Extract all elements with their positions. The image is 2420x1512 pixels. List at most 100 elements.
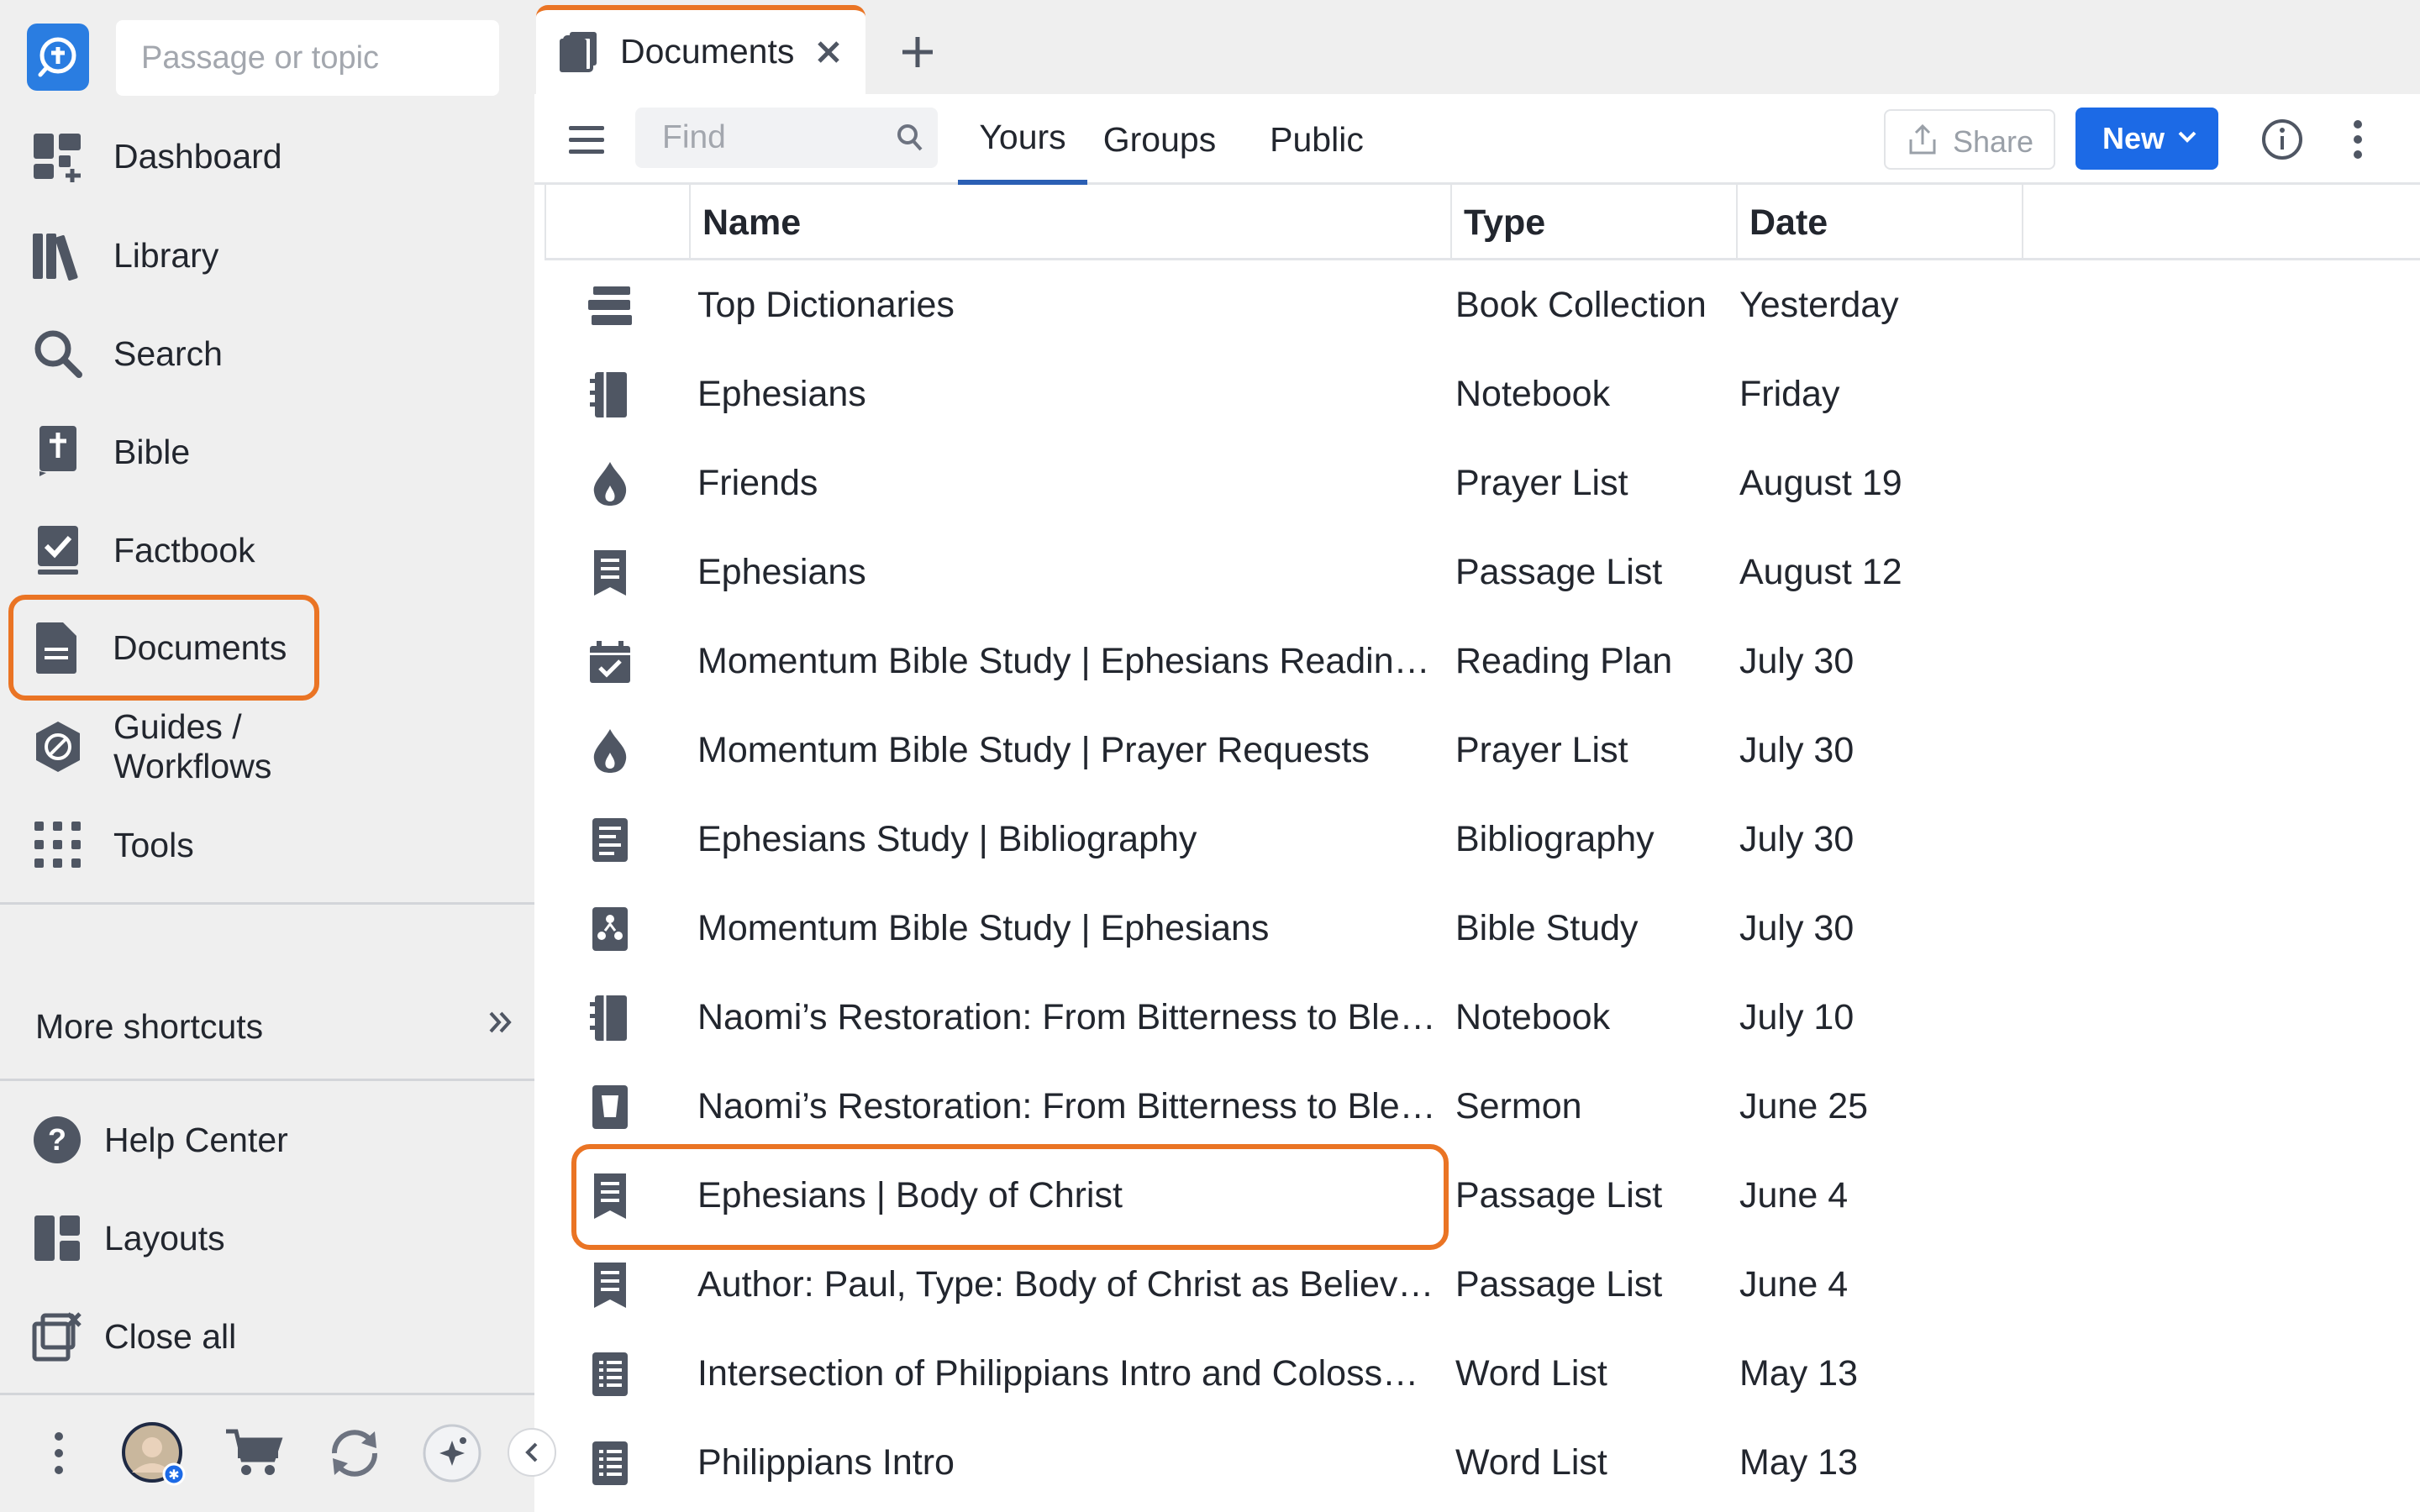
document-name: Momentum Bible Study | Ephesians Readin… — [697, 641, 1430, 681]
close-all-icon — [30, 1310, 84, 1363]
collapse-sidebar-button[interactable] — [508, 1428, 556, 1477]
ai-sparkle-icon[interactable] — [418, 1420, 486, 1487]
segment-groups[interactable]: Groups — [1102, 94, 1217, 185]
document-name: Momentum Bible Study | Ephesians — [697, 908, 1270, 948]
document-type: Passage List — [1455, 1264, 1663, 1305]
guides-icon — [30, 719, 86, 774]
segment-public[interactable]: Public — [1264, 94, 1370, 185]
nav-tools[interactable]: Tools — [10, 801, 316, 889]
segment-label: Yours — [979, 117, 1066, 156]
find-input[interactable] — [635, 108, 938, 168]
bible-icon — [30, 424, 86, 480]
library-icon — [30, 228, 86, 283]
book-collection-icon — [585, 281, 635, 331]
logos-logo-icon[interactable] — [27, 24, 89, 91]
column-header-label: Type — [1464, 202, 1546, 243]
document-type: Reading Plan — [1455, 641, 1673, 681]
kebab-menu-icon[interactable] — [25, 1420, 92, 1487]
document-name: Ephesians — [697, 374, 866, 414]
info-icon[interactable] — [2259, 116, 2306, 163]
nav-documents[interactable]: Documents — [8, 595, 319, 701]
column-header-label: Name — [702, 202, 802, 243]
nav-dashboard[interactable]: Dashboard — [10, 113, 316, 200]
document-type: Prayer List — [1455, 730, 1628, 770]
table-row[interactable]: Top Dictionaries Book Collection Yesterd… — [534, 260, 2420, 349]
document-type: Bible Study — [1455, 908, 1639, 948]
document-date: Friday — [1739, 374, 1840, 414]
table-row[interactable]: Philippians Intro Word List May 13 — [534, 1418, 2420, 1507]
document-type: Notebook — [1455, 997, 1611, 1037]
search-icon — [30, 326, 86, 381]
layouts-button[interactable]: Layouts — [30, 1200, 350, 1276]
sidebar-divider — [0, 1393, 534, 1395]
document-date: Yesterday — [1739, 285, 1899, 325]
close-all-button[interactable]: Close all — [30, 1299, 350, 1374]
table-row[interactable]: Ephesians | Body of Christ Passage List … — [534, 1151, 2420, 1240]
notebook-icon — [585, 993, 635, 1043]
sync-icon[interactable] — [321, 1420, 388, 1487]
document-date: July 30 — [1739, 641, 1854, 681]
hamburger-menu-icon[interactable] — [563, 119, 610, 161]
tab-documents[interactable]: Documents — [536, 5, 865, 94]
table-row[interactable]: Author: Paul, Type: Body of Christ as Be… — [534, 1240, 2420, 1329]
column-header-date[interactable]: Date — [1736, 185, 2022, 260]
document-name: Author: Paul, Type: Body of Christ as Be… — [697, 1264, 1434, 1305]
nav-bible[interactable]: Bible — [10, 408, 316, 496]
segment-label: Public — [1270, 119, 1364, 159]
layouts-icon — [30, 1211, 84, 1265]
new-button[interactable]: New — [2075, 108, 2218, 170]
svg-text:✱: ✱ — [168, 1467, 179, 1483]
cart-icon[interactable] — [220, 1420, 287, 1487]
document-date: July 30 — [1739, 908, 1854, 948]
prayer-list-icon — [585, 726, 635, 776]
table-row[interactable]: Ephesians Study | Bibliography Bibliogra… — [534, 795, 2420, 884]
nav-library[interactable]: Library — [10, 212, 316, 299]
nav-search[interactable]: Search — [10, 310, 316, 397]
prayer-list-icon — [585, 459, 635, 509]
document-date: July 30 — [1739, 819, 1854, 859]
table-row[interactable]: Friends Prayer List August 19 — [534, 438, 2420, 528]
share-button[interactable]: Share — [1884, 109, 2055, 170]
document-name: Top Dictionaries — [697, 285, 955, 325]
dashboard-icon — [30, 129, 86, 184]
table-row[interactable]: Naomi’s Restoration: From Bitterness to … — [534, 1062, 2420, 1151]
close-all-label: Close all — [104, 1316, 237, 1356]
passage-search-input[interactable] — [116, 20, 499, 96]
more-options-icon[interactable] — [2341, 116, 2375, 163]
table-row[interactable]: Ephesians Notebook Friday — [534, 349, 2420, 438]
layouts-label: Layouts — [104, 1218, 225, 1257]
column-header-icon[interactable] — [544, 185, 689, 260]
documents-tab-icon — [558, 30, 600, 78]
document-date: July 30 — [1739, 730, 1854, 770]
more-shortcuts-button[interactable]: More shortcuts — [35, 1000, 514, 1053]
help-icon: ? — [30, 1113, 84, 1167]
add-tab-button[interactable] — [891, 25, 944, 79]
document-type: Sermon — [1455, 1086, 1582, 1126]
column-header-type[interactable]: Type — [1450, 185, 1736, 260]
table-row[interactable]: Intersection of Philippians Intro and Co… — [534, 1329, 2420, 1418]
document-date: June 4 — [1739, 1175, 1849, 1215]
nav-label: Dashboard — [113, 136, 282, 176]
help-center-button[interactable]: ? Help Center — [30, 1102, 350, 1178]
table-row[interactable]: Ephesians Passage List August 12 — [534, 528, 2420, 617]
passage-list-icon — [585, 1171, 635, 1221]
document-date: July 10 — [1739, 997, 1854, 1037]
avatar[interactable]: ✱ — [119, 1420, 187, 1487]
table-row[interactable]: Momentum Bible Study | Ephesians Bible S… — [534, 884, 2420, 973]
table-row[interactable]: Momentum Bible Study | Ephesians Readin…… — [534, 617, 2420, 706]
document-type: Bibliography — [1455, 819, 1655, 859]
column-header-extra — [2022, 185, 2420, 260]
segment-yours[interactable]: Yours — [958, 94, 1087, 185]
passage-list-icon — [585, 1260, 635, 1310]
nav-factbook[interactable]: Factbook — [10, 507, 316, 594]
close-tab-icon[interactable] — [810, 34, 847, 71]
table-row[interactable]: Naomi’s Restoration: From Bitterness to … — [534, 973, 2420, 1062]
table-row[interactable]: Momentum Bible Study | Prayer Requests P… — [534, 706, 2420, 795]
document-type: Prayer List — [1455, 463, 1628, 503]
document-type: Word List — [1455, 1353, 1607, 1394]
word-list-icon — [585, 1349, 635, 1399]
column-header-name[interactable]: Name — [689, 185, 1450, 260]
column-header-label: Date — [1749, 202, 1828, 243]
nav-guides-workflows[interactable]: Guides / Workflows — [10, 703, 316, 790]
documents-toolbar: Yours Groups Public Share New — [534, 94, 2420, 185]
